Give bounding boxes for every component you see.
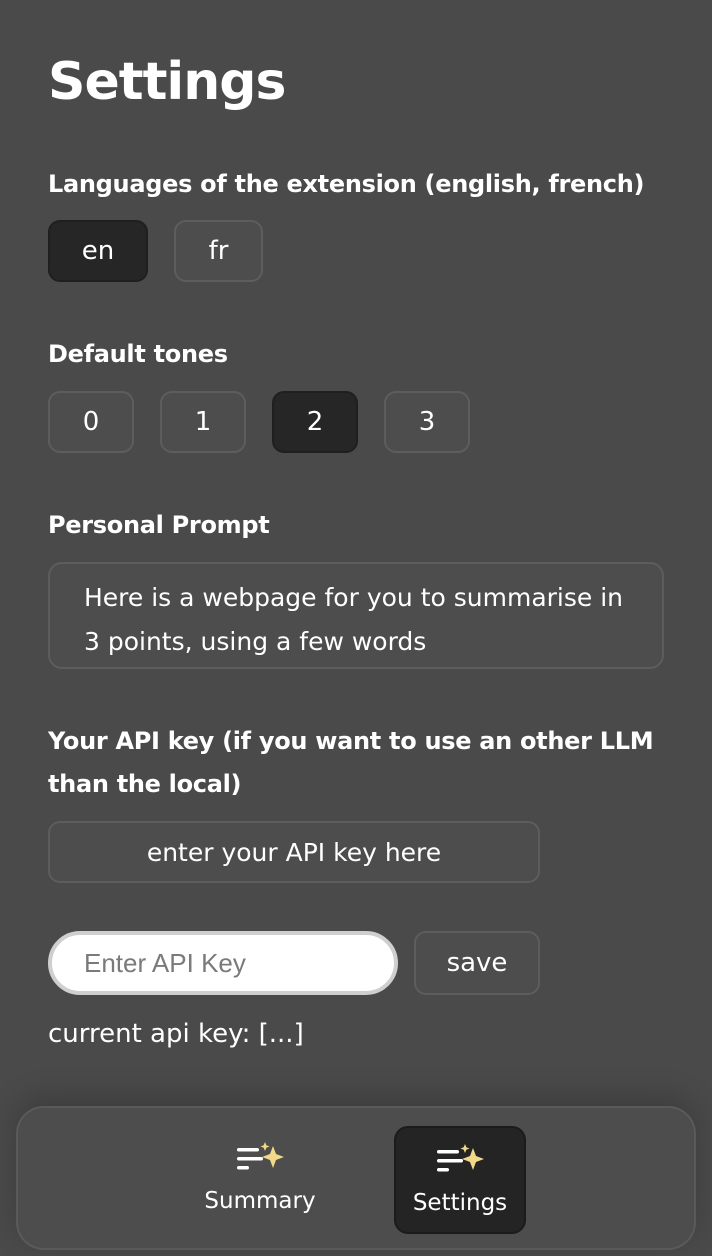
nav-label-settings: Settings (412, 1190, 508, 1216)
save-button[interactable]: save (414, 931, 540, 995)
tones-label: Default tones (48, 340, 228, 368)
language-button-en[interactable]: en (48, 220, 148, 282)
page-title: Settings (48, 52, 286, 112)
personal-prompt-label: Personal Prompt (48, 511, 270, 539)
nav-item-summary[interactable]: Summary (194, 1126, 326, 1234)
tone-button-3[interactable]: 3 (384, 391, 470, 453)
current-api-key-text: current api key: [...] (48, 1019, 304, 1049)
tone-button-2[interactable]: 2 (272, 391, 358, 453)
api-key-input[interactable] (48, 931, 398, 995)
settings-page: Settings Languages of the extension (eng… (0, 0, 712, 1256)
enter-api-key-button[interactable]: enter your API key here (48, 821, 540, 883)
api-key-label-line1: Your API key (if you want to use an othe… (48, 727, 654, 755)
tone-button-1[interactable]: 1 (160, 391, 246, 453)
languages-label: Languages of the extension (english, fre… (48, 170, 645, 198)
personal-prompt-textarea[interactable]: Here is a webpage for you to summarise i… (48, 562, 664, 669)
tone-button-0[interactable]: 0 (48, 391, 134, 453)
sparkle-lines-icon (237, 1142, 284, 1170)
api-key-label-line2: than the local) (48, 770, 242, 798)
sparkle-lines-icon (437, 1144, 484, 1172)
nav-item-settings[interactable]: Settings (394, 1126, 526, 1234)
bottom-navigation: Summary Settings (16, 1106, 696, 1250)
language-button-fr[interactable]: fr (174, 220, 263, 282)
nav-label-summary: Summary (204, 1188, 316, 1214)
